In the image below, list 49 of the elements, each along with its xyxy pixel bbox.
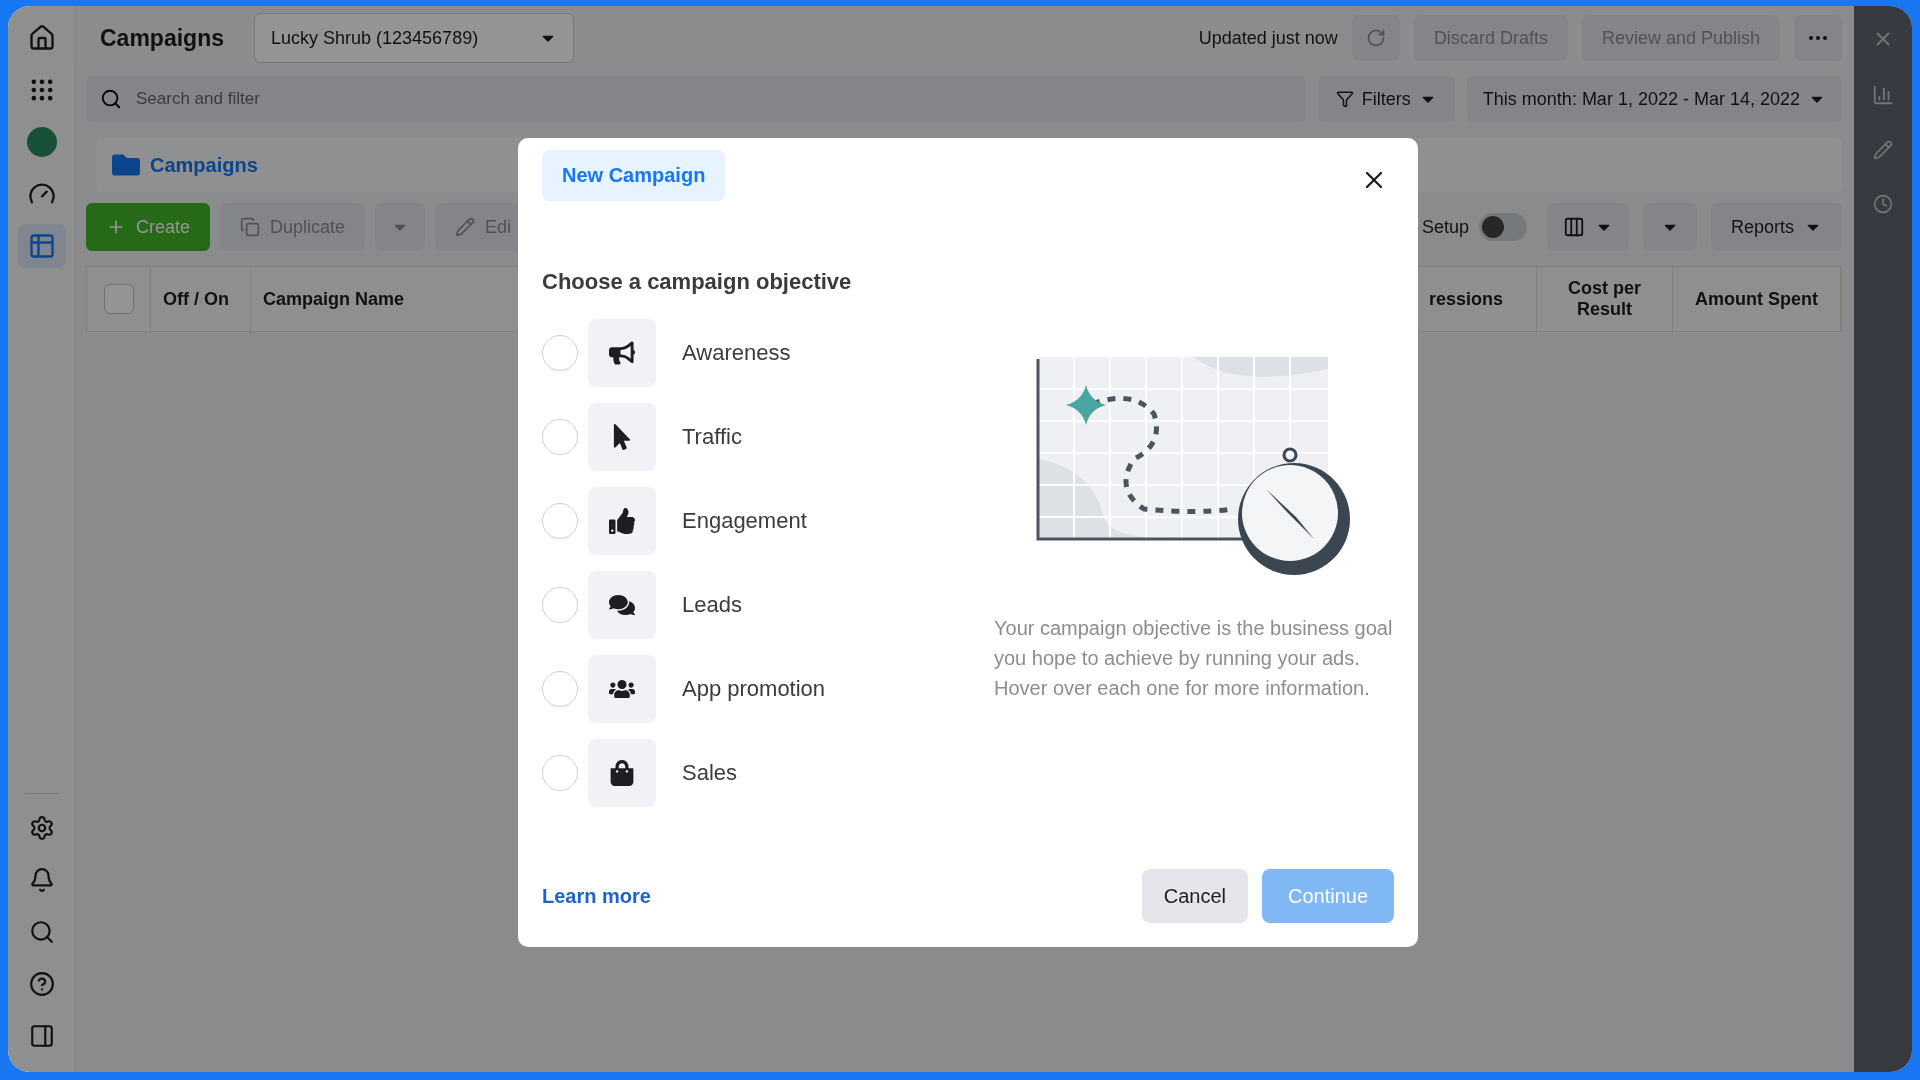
refresh-button[interactable] (1351, 15, 1400, 61)
objective-label[interactable]: Sales (682, 760, 738, 786)
objective-label[interactable]: Awareness (682, 340, 791, 366)
objective-label[interactable]: App promotion (682, 676, 826, 702)
dialog-heading: Choose a campaign objective (542, 269, 853, 295)
refresh-icon (1365, 28, 1386, 48)
search-field[interactable]: Search and filter (86, 76, 1306, 122)
copy-icon (240, 217, 261, 237)
thumbs-up-icon (588, 487, 656, 555)
objective-label[interactable]: Traffic (682, 424, 742, 450)
column-header[interactable]: Cost per Result (1549, 278, 1660, 320)
objective-label[interactable]: Engagement (682, 508, 807, 534)
column-header[interactable]: ressions (1429, 288, 1504, 310)
learn-more-link[interactable]: Learn more (542, 884, 651, 908)
column-header[interactable]: Off / On (163, 288, 229, 310)
pencil-icon (455, 217, 476, 237)
reports-button[interactable]: Reports (1710, 203, 1842, 251)
shopping-bag-icon (588, 739, 656, 807)
account-avatar[interactable] (26, 127, 57, 157)
account-dropdown[interactable]: Lucky Shrub (123456789) (254, 13, 574, 63)
select-all-checkbox[interactable] (103, 284, 134, 314)
clock-icon[interactable] (1873, 194, 1893, 214)
table-icon[interactable] (17, 224, 66, 268)
people-icon (588, 655, 656, 723)
view-setup-toggle[interactable] (1478, 213, 1527, 241)
search-icon (100, 88, 122, 110)
objective-description: Your campaign objective is the business goal you hope to achieve by running your ads. Hover over each one for more information. (994, 616, 1394, 701)
pencil-icon[interactable] (1873, 140, 1893, 160)
columns-icon (1562, 216, 1585, 238)
view-setup-label: Setup (1421, 216, 1469, 238)
date-range-button[interactable]: This month: Mar 1, 2022 - Mar 14, 2022 (1466, 76, 1842, 122)
filters-button[interactable]: Filters (1317, 76, 1455, 122)
update-status: Updated just now (1198, 27, 1338, 49)
column-header[interactable]: Campaign Name (263, 288, 405, 310)
filter-icon (1335, 90, 1354, 108)
column-header[interactable]: Amount Spent (1695, 288, 1818, 310)
new-campaign-tab[interactable]: New Campaign (542, 150, 726, 201)
bar-chart-icon[interactable] (1872, 84, 1894, 106)
more-button[interactable] (1794, 15, 1842, 61)
megaphone-icon (588, 319, 656, 387)
more-icon (1809, 36, 1827, 40)
columns-button[interactable] (1546, 203, 1629, 251)
page-title: Campaigns (100, 24, 225, 52)
chat-bubbles-icon (588, 571, 656, 639)
cursor-icon (588, 403, 656, 471)
cancel-button[interactable]: Cancel (1141, 869, 1248, 923)
objective-label[interactable]: Leads (682, 592, 742, 618)
campaigns-tab[interactable]: Campaigns (150, 153, 258, 177)
duplicate-menu-button[interactable] (375, 203, 426, 251)
